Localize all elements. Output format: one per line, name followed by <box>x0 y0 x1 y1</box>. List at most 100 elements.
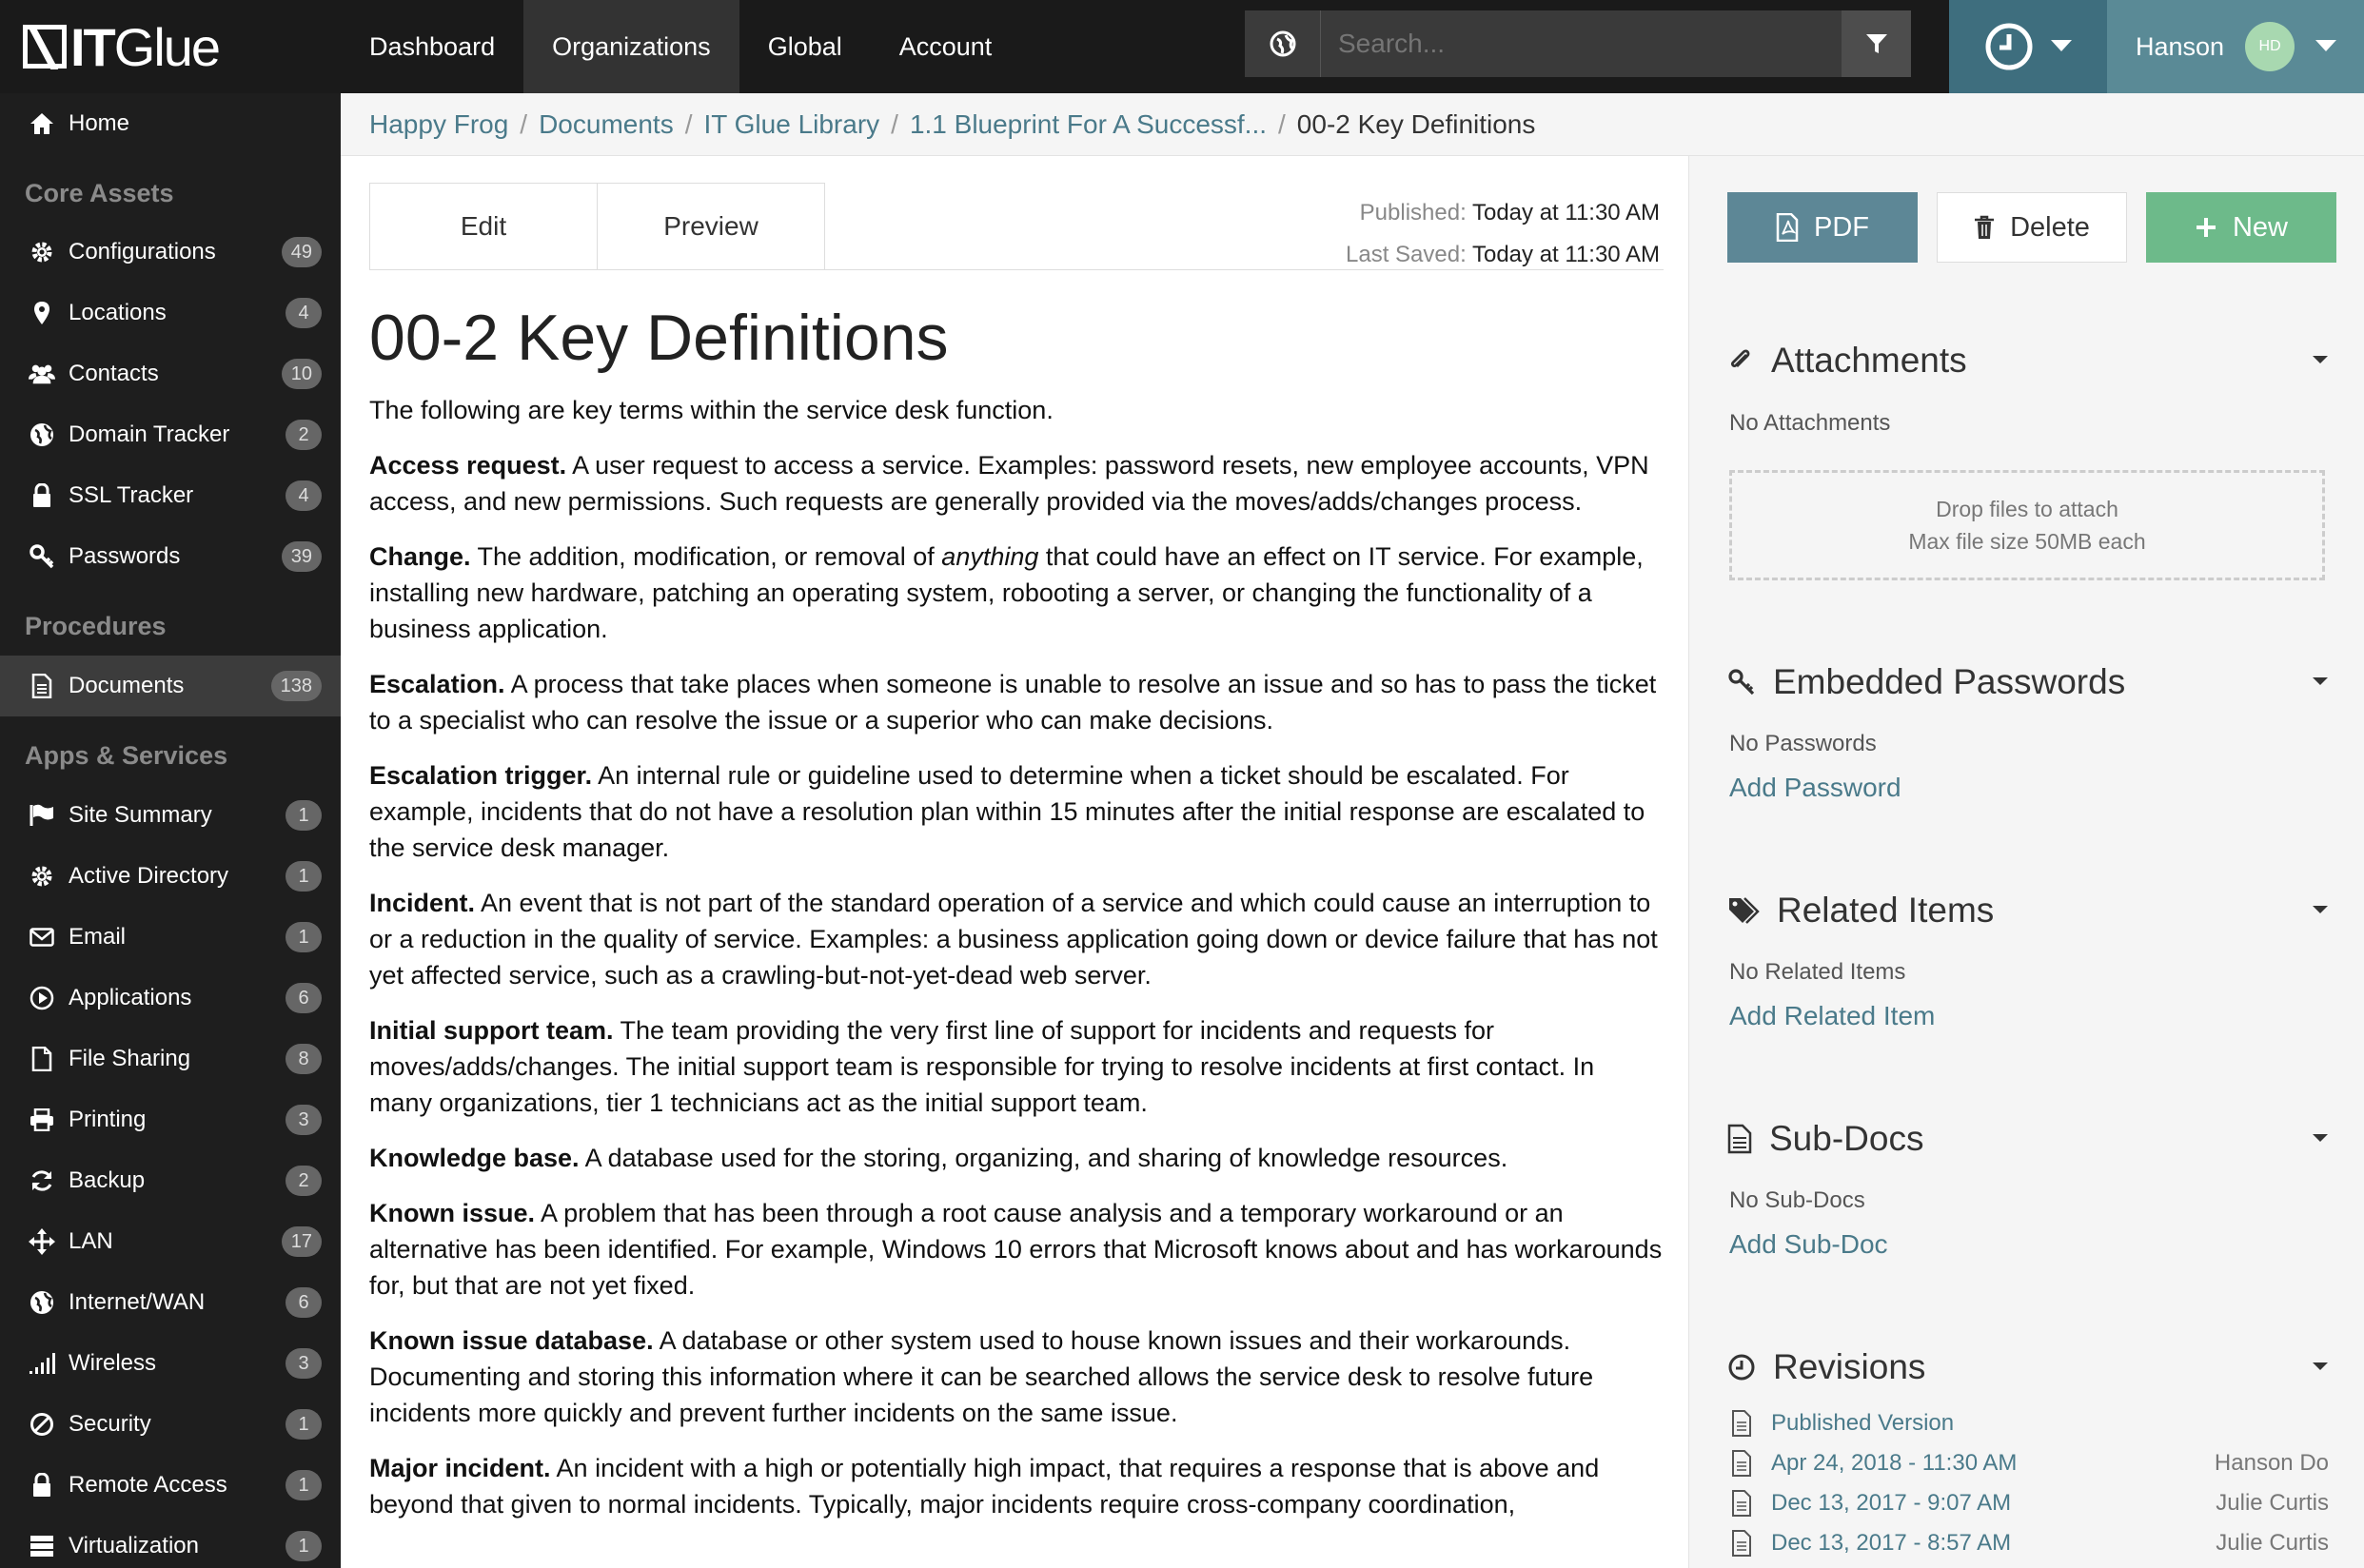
new-button[interactable]: New <box>2146 192 2336 263</box>
revisions-header[interactable]: Revisions <box>1727 1347 1925 1387</box>
breadcrumb-link-organization[interactable]: Happy Frog <box>369 109 508 140</box>
sidebar-item-wireless[interactable]: Wireless 3 <box>0 1333 341 1394</box>
filter-icon <box>1865 34 1887 53</box>
breadcrumb-link-library[interactable]: IT Glue Library <box>703 109 879 140</box>
sidebar-item-label: Locations <box>69 300 167 325</box>
sidebar-item-applications[interactable]: Applications 6 <box>0 968 341 1029</box>
sidebar-item-ssl-tracker[interactable]: SSL Tracker 4 <box>0 465 341 526</box>
sidebar-heading-core-assets: Core Assets <box>25 179 174 207</box>
sidebar-item-security[interactable]: Security 1 <box>0 1394 341 1455</box>
count-badge: 1 <box>286 1409 322 1440</box>
nav-tab-account[interactable]: Account <box>871 0 1021 93</box>
passwords-caret-icon[interactable] <box>2313 677 2328 685</box>
breadcrumb-link-folder[interactable]: 1.1 Blueprint For A Successf... <box>910 109 1267 140</box>
related-items-header[interactable]: Related Items <box>1727 891 1994 931</box>
sidebar-item-home[interactable]: Home <box>0 93 341 154</box>
revision-link[interactable]: Published Version <box>1771 1410 2329 1437</box>
revisions-caret-icon[interactable] <box>2313 1362 2328 1370</box>
pdf-button[interactable]: PDF <box>1727 192 1918 263</box>
envelope-icon <box>29 924 55 951</box>
sidebar-item-passwords[interactable]: Passwords 39 <box>0 526 341 587</box>
count-badge: 3 <box>286 1348 322 1379</box>
count-badge: 49 <box>281 237 322 267</box>
sidebar-item-lan[interactable]: LAN 17 <box>0 1211 341 1272</box>
sidebar-item-label: Virtualization <box>69 1533 199 1558</box>
breadcrumb-link-documents[interactable]: Documents <box>539 109 674 140</box>
nav-tab-organizations[interactable]: Organizations <box>523 0 739 93</box>
sidebar-item-documents[interactable]: Documents 138 <box>0 656 341 716</box>
lock-icon <box>29 482 55 509</box>
count-badge: 17 <box>281 1226 322 1257</box>
sidebar-item-file-sharing[interactable]: File Sharing 8 <box>0 1029 341 1089</box>
embedded-passwords-header[interactable]: Embedded Passwords <box>1727 662 2125 702</box>
sidebar-item-label: Printing <box>69 1107 147 1132</box>
revision-row[interactable]: Dec 13, 2017 - 9:07 AM Julie Curtis <box>1729 1484 2329 1522</box>
attachments-header[interactable]: Attachments <box>1727 341 1967 381</box>
revision-link[interactable]: Apr 24, 2018 - 11:30 AM <box>1771 1450 2215 1477</box>
count-badge: 138 <box>270 671 322 701</box>
sub-docs-header[interactable]: Sub-Docs <box>1727 1119 1923 1159</box>
sub-docs-title: Sub-Docs <box>1769 1119 1924 1158</box>
recent-activity-button[interactable] <box>1949 0 2107 93</box>
definition-paragraph: Escalation. A process that take places w… <box>369 666 1664 738</box>
edit-tab[interactable]: Edit <box>369 183 598 270</box>
key-icon <box>1728 669 1755 696</box>
sidebar-item-backup[interactable]: Backup 2 <box>0 1150 341 1211</box>
sidebar-item-virtualization[interactable]: Virtualization 1 <box>0 1516 341 1568</box>
revision-row[interactable]: Apr 24, 2018 - 11:30 AM Hanson Do <box>1729 1444 2329 1482</box>
refresh-icon <box>29 1167 55 1194</box>
file-dropzone[interactable]: Drop files to attach Max file size 50MB … <box>1729 470 2325 580</box>
sidebar-item-site-summary[interactable]: Site Summary 1 <box>0 785 341 846</box>
clock-icon <box>1985 23 2033 70</box>
sidebar-item-label: Site Summary <box>69 802 212 828</box>
tags-icon <box>1729 897 1760 924</box>
sidebar-item-locations[interactable]: Locations 4 <box>0 283 341 343</box>
count-badge: 2 <box>286 1166 322 1196</box>
add-related-item-link[interactable]: Add Related Item <box>1729 1001 1935 1031</box>
sidebar-item-label: Documents <box>69 673 185 698</box>
revision-row[interactable]: Dec 13, 2017 - 8:57 AM Julie Curtis <box>1729 1524 2329 1562</box>
definition-paragraph: Initial support team. The team providing… <box>369 1012 1664 1121</box>
sidebar-item-printing[interactable]: Printing 3 <box>0 1089 341 1150</box>
sidebar-item-configurations[interactable]: Configurations 49 <box>0 222 341 283</box>
new-button-label: New <box>2232 211 2288 243</box>
add-password-link[interactable]: Add Password <box>1729 773 1901 803</box>
sidebar-item-label: Passwords <box>69 543 181 569</box>
related-caret-icon[interactable] <box>2313 906 2328 913</box>
filter-button[interactable] <box>1842 10 1911 77</box>
sidebar-item-label: Domain Tracker <box>69 421 230 447</box>
trash-icon <box>1975 215 1995 239</box>
signal-icon <box>29 1350 55 1377</box>
revision-link[interactable]: Dec 13, 2017 - 9:07 AM <box>1771 1490 2216 1517</box>
nav-tab-global[interactable]: Global <box>739 0 871 93</box>
sidebar-item-label: Email <box>69 924 127 950</box>
revision-link[interactable]: Dec 13, 2017 - 8:57 AM <box>1771 1530 2216 1557</box>
user-menu[interactable]: Hanson HD <box>2107 0 2364 93</box>
globe-search-scope-icon[interactable] <box>1245 10 1321 77</box>
revision-row[interactable]: Published Version <box>1729 1404 2329 1442</box>
delete-button[interactable]: Delete <box>1937 192 2127 263</box>
add-sub-doc-link[interactable]: Add Sub-Doc <box>1729 1229 1888 1260</box>
chevron-down-icon <box>2051 40 2072 51</box>
sidebar-item-active-directory[interactable]: Active Directory 1 <box>0 846 341 907</box>
nav-tab-dashboard[interactable]: Dashboard <box>341 0 523 93</box>
definition-text: The addition, modification, or removal o… <box>477 542 935 571</box>
attachments-caret-icon[interactable] <box>2313 356 2328 363</box>
sidebar-item-email[interactable]: Email 1 <box>0 907 341 968</box>
search-input[interactable] <box>1321 10 1858 77</box>
sidebar-item-contacts[interactable]: Contacts 10 <box>0 343 341 404</box>
itglue-logo[interactable]: IT Glue <box>0 0 341 93</box>
sidebar-item-label: Backup <box>69 1167 146 1193</box>
definition-term: Initial support team. <box>369 1016 614 1045</box>
sidebar-item-remote-access[interactable]: Remote Access 1 <box>0 1455 341 1516</box>
related-empty: No Related Items <box>1729 959 1906 985</box>
sidebar-item-internet-wan[interactable]: Internet/WAN 6 <box>0 1272 341 1333</box>
document-intro: The following are key terms within the s… <box>369 396 1054 424</box>
subdocs-caret-icon[interactable] <box>2313 1134 2328 1142</box>
clock-icon <box>1728 1354 1755 1381</box>
pdf-button-label: PDF <box>1814 211 1869 243</box>
definition-term: Escalation. <box>369 670 505 698</box>
count-badge: 8 <box>286 1044 322 1074</box>
preview-tab[interactable]: Preview <box>597 183 825 270</box>
sidebar-item-domain-tracker[interactable]: Domain Tracker 2 <box>0 404 341 465</box>
